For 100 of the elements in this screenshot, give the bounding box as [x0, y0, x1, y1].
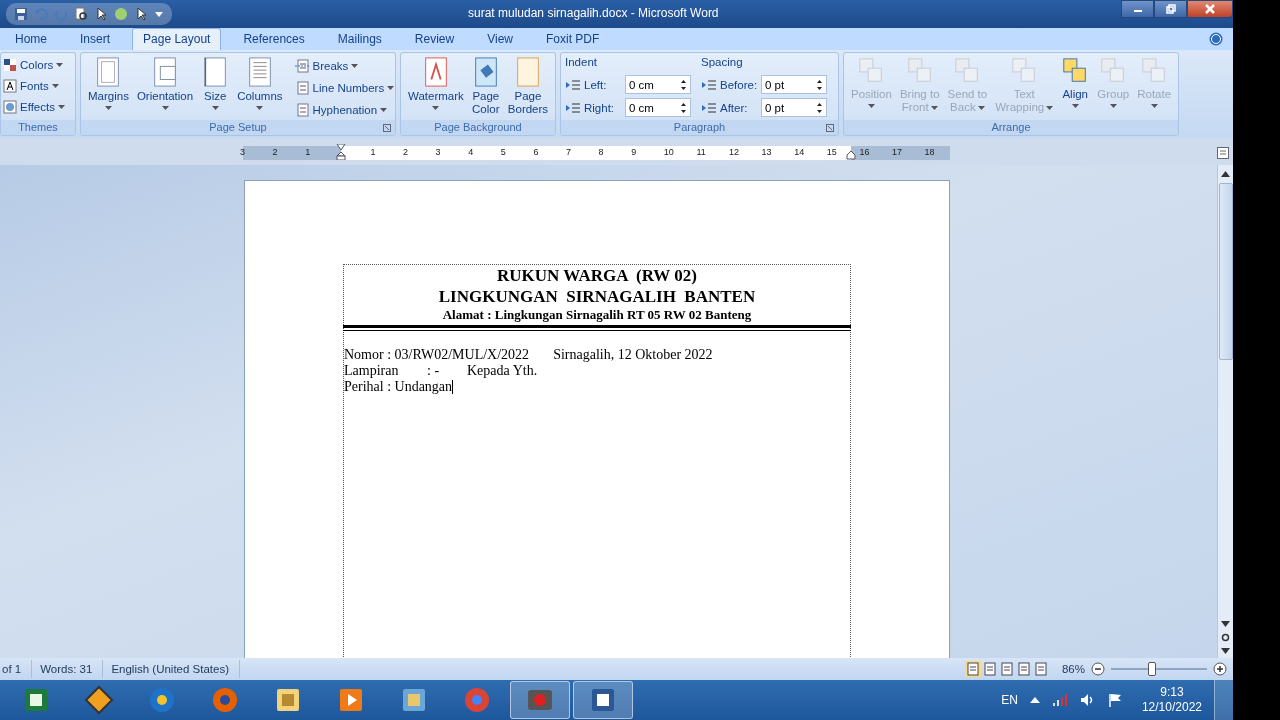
document-text: Kepada Yth.: [467, 363, 538, 379]
vertical-scrollbar[interactable]: [1217, 165, 1233, 658]
ribbon-tab[interactable]: Mailings: [326, 28, 393, 50]
flag-icon[interactable]: [1107, 693, 1122, 707]
ribbon-tab[interactable]: References: [232, 28, 316, 50]
spin-arrows-icon[interactable]: [680, 101, 687, 114]
view-mode-icon[interactable]: [1033, 661, 1049, 677]
indent-icon: [565, 100, 581, 115]
dialog-launcher-icon[interactable]: [826, 124, 834, 132]
taskbar-app-button[interactable]: [510, 681, 570, 719]
customize-icon[interactable]: [154, 9, 164, 19]
document-text: Perihal : Undangan: [344, 379, 453, 395]
help-icon[interactable]: [1209, 32, 1223, 46]
ruler-number: 5: [500, 147, 506, 157]
ribbon-button[interactable]: Page Color: [468, 56, 503, 117]
zoom-out-icon[interactable]: [1091, 662, 1105, 676]
document-text: Sirnagalih, 12 Oktober 2022: [553, 347, 713, 363]
taskbar-app-button[interactable]: [573, 681, 633, 719]
indent-icon: [565, 77, 581, 92]
spin-field[interactable]: 0 pt: [761, 98, 827, 117]
document-text: Nomor : 03/RW02/MUL/X/2022: [344, 347, 530, 363]
caret-icon: [51, 83, 59, 88]
close-button[interactable]: [1187, 0, 1233, 18]
zoom-level[interactable]: 86%: [1055, 663, 1085, 675]
ruler-number: 15: [826, 147, 837, 157]
spin-field[interactable]: 0 cm: [625, 98, 691, 117]
caret-icon: [57, 104, 65, 109]
scroll-down-icon[interactable]: [1221, 648, 1230, 654]
letterhead-line: LINGKUNGAN SIRNAGALIH BANTEN: [438, 286, 756, 307]
caret-icon: [211, 106, 219, 110]
scroll-down-icon[interactable]: [1221, 621, 1230, 627]
view-mode-icon[interactable]: [1016, 661, 1032, 677]
caret-icon: [930, 105, 938, 110]
ribbon-tab[interactable]: Insert: [69, 28, 122, 50]
indent-marker-icon[interactable]: [336, 144, 346, 160]
input-language[interactable]: EN: [1001, 693, 1018, 707]
caret-icon: [432, 106, 440, 110]
zoom-in-icon[interactable]: [1213, 662, 1227, 676]
theme-button[interactable]: Fonts: [3, 76, 59, 95]
clock-time[interactable]: 9:13: [1160, 685, 1184, 700]
ruler-number: 6: [533, 147, 539, 157]
word-count[interactable]: Words: 31: [38, 660, 104, 678]
ruler-number: 7: [566, 147, 571, 157]
section-title: Indent: [565, 56, 598, 70]
ribbon-tab[interactable]: Page Layout: [132, 28, 222, 50]
caret-icon: [351, 63, 359, 68]
restore-button[interactable]: [1154, 0, 1187, 18]
caret-icon: [1071, 104, 1079, 108]
ruler-number: 2: [403, 147, 408, 157]
spin-field[interactable]: 0 pt: [761, 75, 827, 94]
spacing-icon: [701, 77, 717, 92]
view-mode-icon[interactable]: [965, 661, 981, 677]
spin-arrows-icon[interactable]: [816, 101, 823, 114]
view-mode-icon[interactable]: [999, 661, 1015, 677]
network-icon[interactable]: [1051, 693, 1068, 707]
indent-marker-icon[interactable]: [846, 150, 856, 160]
ribbon-button[interactable]: Page Borders: [504, 56, 552, 117]
ribbon-button[interactable]: Orientation: [133, 56, 197, 111]
ribbon-button[interactable]: Size: [198, 56, 233, 111]
show-hidden-icon[interactable]: [1029, 697, 1040, 703]
ribbon-button[interactable]: Columns: [234, 56, 286, 111]
ruler-number: 11: [696, 147, 706, 157]
ribbon-button[interactable]: Align: [1058, 56, 1093, 109]
diamond-icon: [84, 685, 114, 715]
page-count[interactable]: of 1: [0, 660, 33, 678]
ruler-number: 3: [435, 147, 441, 157]
scroll-thumb[interactable]: [1218, 183, 1233, 360]
ribbon-tab[interactable]: Foxit PDF: [534, 28, 611, 50]
minimize-button[interactable]: [1121, 0, 1154, 18]
ribbon-button[interactable]: Line Numbers: [293, 78, 395, 97]
pointer-icon[interactable]: [134, 7, 148, 21]
section-title: Spacing: [701, 56, 744, 70]
ribbon-tab[interactable]: View: [476, 28, 524, 50]
dialog-launcher-icon[interactable]: [383, 124, 391, 132]
ruler-number: 16: [859, 147, 870, 157]
scroll-up-icon[interactable]: [1221, 171, 1230, 177]
ribbon-button[interactable]: Watermark: [405, 56, 467, 111]
caret-icon: [977, 105, 985, 110]
spin-arrows-icon[interactable]: [816, 78, 823, 91]
ruler-number: 1: [370, 147, 376, 157]
theme-button[interactable]: Colors: [3, 55, 64, 74]
ribbon-tab[interactable]: Review: [403, 28, 466, 50]
ribbon-button[interactable]: Hyphenation: [293, 100, 395, 119]
view-mode-icon[interactable]: [982, 661, 998, 677]
language-status[interactable]: English (United States): [109, 660, 240, 678]
spin-arrows-icon[interactable]: [680, 78, 687, 91]
theme-button[interactable]: Effects: [3, 97, 65, 116]
view-ruler-icon[interactable]: [1217, 147, 1229, 159]
pointer-icon[interactable]: [94, 7, 108, 21]
ribbon-button[interactable]: Margins: [85, 56, 132, 111]
ribbon-tab[interactable]: Home: [4, 28, 58, 50]
ruler-number: 9: [631, 147, 637, 157]
browse-object-icon[interactable]: [1221, 633, 1230, 642]
group-label: Arrange: [844, 120, 1178, 135]
save-icon[interactable]: [14, 7, 28, 21]
print-preview-icon[interactable]: [74, 7, 88, 21]
clock-date[interactable]: 12/10/2022: [1141, 700, 1202, 715]
spin-field[interactable]: 0 cm: [625, 75, 691, 94]
ruler-number: 18: [924, 147, 935, 157]
ribbon-button[interactable]: Breaks: [293, 56, 395, 75]
